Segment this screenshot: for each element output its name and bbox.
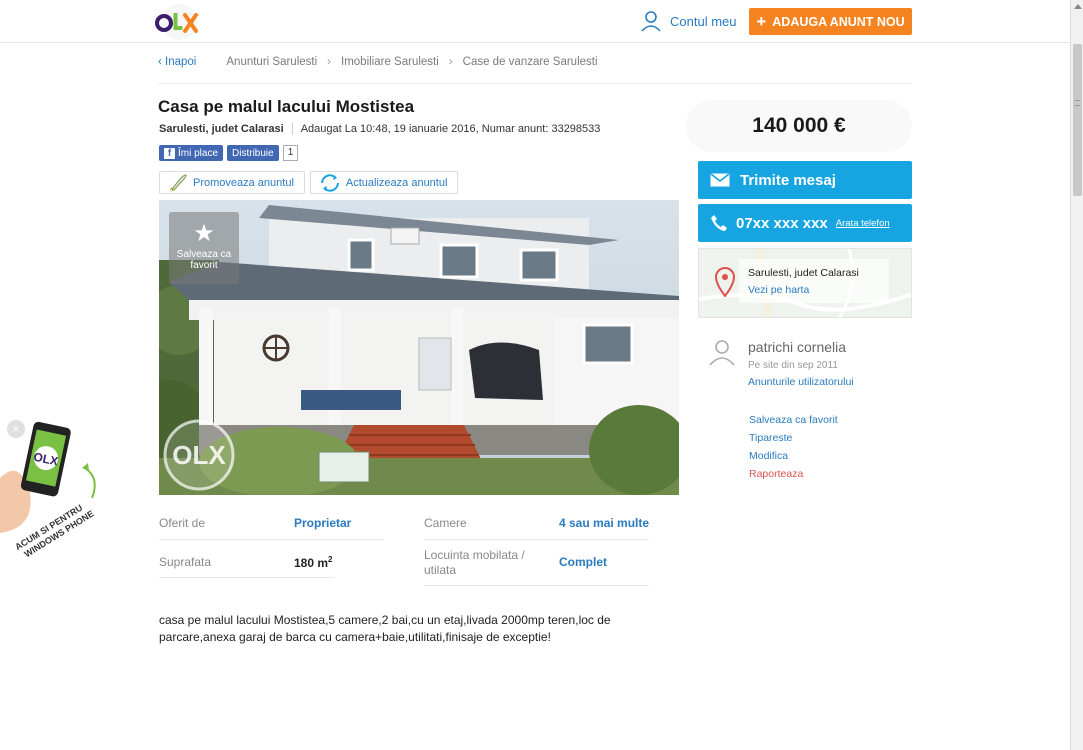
detail-row: 180 m2 (294, 555, 332, 570)
detail-row: Proprietar (294, 516, 351, 530)
listing-meta: Sarulesti, judet Calarasi Adaugat La 10:… (159, 123, 600, 135)
listing-description: casa pe malul lacului Mostistea,5 camere… (159, 613, 611, 644)
edit-link[interactable]: Modifica (749, 447, 838, 465)
chevron-right-icon: › (327, 56, 331, 68)
detail-label: Camere (424, 516, 467, 530)
unit-superscript: 2 (328, 555, 333, 564)
seller-name: patrichi cornelia (748, 339, 847, 355)
back-label: Inapoi (165, 56, 197, 68)
breadcrumb-item[interactable]: Case de vanzare Sarulesti (463, 56, 598, 68)
seller-since: Pe site din sep 2011 (748, 360, 838, 371)
listing-side-links: Salveaza ca favorit Tipareste Modifica R… (749, 411, 838, 483)
divider (424, 585, 649, 586)
user-avatar-icon (709, 340, 735, 366)
share-label: Distribuie (232, 147, 274, 159)
detail-label: Suprafata (159, 555, 212, 569)
social-buttons: f Îmi place Distribuie 1 (159, 145, 299, 161)
plus-icon: + (756, 12, 767, 31)
breadcrumb-item[interactable]: Anunturi Sarulesti (226, 56, 317, 68)
top-header: Contul meu + ADAUGA ANUNT NOU (0, 0, 1070, 43)
divider (159, 539, 384, 540)
refresh-icon (320, 173, 339, 192)
detail-value[interactable]: 4 sau mai multe (559, 516, 649, 530)
listing-photo[interactable]: OLX ★ Salveaza ca favorit (159, 200, 679, 495)
account-link[interactable]: Contul meu (640, 10, 736, 32)
detail-row: Camere (424, 516, 467, 530)
detail-label: Oferit de (159, 516, 206, 530)
listing-actions: Promoveaza anuntul Actualizeaza anuntul (159, 171, 459, 194)
divider (291, 123, 293, 135)
detail-value[interactable]: Complet (559, 555, 607, 569)
olx-logo[interactable] (152, 4, 206, 40)
detail-label: Locuinta mobilata / utilata (424, 548, 525, 577)
scroll-grip-icon (1075, 100, 1080, 106)
chevron-right-icon: › (448, 56, 453, 68)
view-map-link[interactable]: Vezi pe harta (748, 284, 809, 296)
divider (159, 577, 334, 578)
facebook-like-button[interactable]: f Îmi place (159, 145, 224, 161)
facebook-icon: f (164, 147, 175, 159)
user-icon (641, 11, 661, 32)
save-favorite-link[interactable]: Salveaza ca favorit (749, 411, 838, 429)
scroll-up-arrow-icon[interactable] (1074, 4, 1082, 9)
phone-promo-graphic: OLX ACUM SI PENTRU WINDOWS PHONE (0, 421, 96, 558)
star-icon: ★ (193, 220, 215, 247)
watermark-logo: OLX (172, 440, 226, 470)
save-favorite-overlay[interactable]: ★ Salveaza ca favorit (169, 212, 239, 284)
like-label: Îmi place (178, 147, 219, 159)
divider (424, 539, 649, 540)
show-phone-button[interactable]: 07xx xxx xxx Arata telefon (698, 204, 912, 242)
windows-phone-promo[interactable]: OLX ACUM SI PENTRU WINDOWS PHONE × (0, 418, 110, 558)
print-link[interactable]: Tipareste (749, 429, 838, 447)
detail-row: Locuinta mobilata / utilata (424, 548, 544, 578)
facebook-share-button[interactable]: Distribuie (227, 145, 279, 161)
detail-row: Suprafata (159, 555, 211, 569)
map-location: Sarulesti, judet Calarasi (748, 267, 859, 279)
scrollbar-thumb[interactable] (1073, 44, 1082, 196)
map-preview[interactable]: Sarulesti, judet Calarasi Vezi pe harta (698, 248, 912, 318)
envelope-icon (710, 173, 730, 187)
price-box: 140 000 € (686, 100, 912, 152)
send-message-button[interactable]: Trimite mesaj (698, 161, 912, 199)
listing-added-info: Adaugat La 10:48, 19 ianuarie 2016, Numa… (300, 123, 601, 135)
promote-button[interactable]: Promoveaza anuntul (159, 171, 305, 194)
location-pin-icon (714, 267, 736, 297)
detail-value[interactable]: Proprietar (294, 516, 351, 530)
back-link[interactable]: ‹ Inapoi (158, 56, 196, 68)
detail-row: Complet (559, 555, 607, 569)
promote-label: Promoveaza anuntul (193, 176, 294, 189)
price: 140 000 € (752, 114, 846, 137)
account-label: Contul meu (670, 13, 737, 29)
rocket-icon (170, 173, 187, 192)
add-listing-button[interactable]: + ADAUGA ANUNT NOU (749, 8, 912, 35)
reveal-phone-link[interactable]: Arata telefon (836, 218, 890, 229)
breadcrumb: ‹ Inapoi Anunturi Sarulesti › Imobiliare… (158, 56, 911, 84)
share-count: 1 (282, 145, 299, 161)
seller-ads-link[interactable]: Anunturile utilizatorului (748, 376, 854, 388)
add-listing-label: ADAUGA ANUNT NOU (772, 14, 905, 29)
report-link[interactable]: Raporteaza (749, 465, 838, 483)
close-icon[interactable]: × (7, 420, 25, 438)
save-favorite-label: Salveaza ca favorit (176, 249, 232, 271)
listing-title: Casa pe malul lacului Mostistea (158, 97, 415, 116)
phone-icon (711, 215, 727, 231)
phone-number: 07xx xxx xxx (736, 214, 828, 232)
update-button[interactable]: Actualizeaza anuntul (309, 171, 459, 194)
update-label: Actualizeaza anuntul (345, 176, 448, 189)
detail-row: Oferit de (159, 516, 205, 530)
detail-row: 4 sau mai multe (559, 516, 649, 530)
page-scrollbar[interactable] (1070, 0, 1083, 750)
listing-location[interactable]: Sarulesti, judet Calarasi (159, 123, 284, 135)
detail-value: 180 m (294, 556, 329, 570)
breadcrumb-item[interactable]: Imobiliare Sarulesti (341, 56, 439, 68)
send-message-label: Trimite mesaj (740, 171, 836, 189)
